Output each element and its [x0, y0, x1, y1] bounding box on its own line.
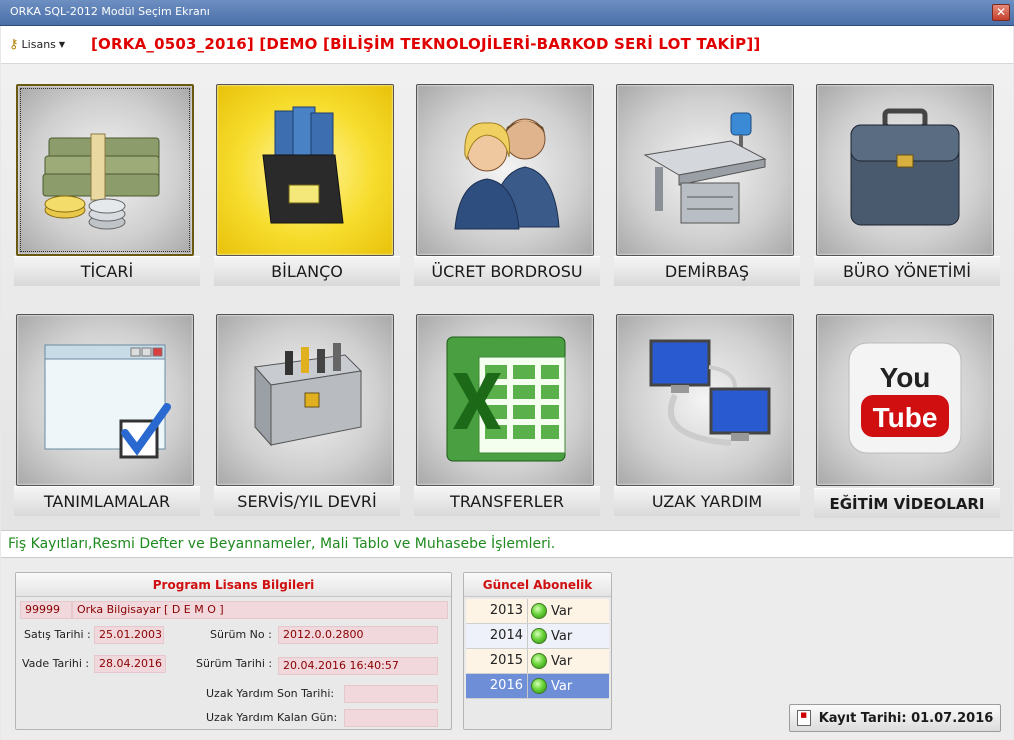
- module-label: BİLANÇO: [214, 256, 400, 286]
- subscription-year: 2014: [466, 624, 528, 648]
- subscription-row[interactable]: 2015 Var: [466, 649, 609, 674]
- module-label: BÜRO YÖNETİMİ: [814, 256, 1000, 286]
- info-area: Program Lisans Bilgileri 99999 Orka Bilg…: [1, 558, 1013, 740]
- module-label: EĞİTİM VİDEOLARI: [814, 488, 1000, 518]
- module-bilanco[interactable]: BİLANÇO: [214, 84, 400, 286]
- key-icon: ⚷: [9, 37, 19, 52]
- excel-icon: [446, 336, 566, 462]
- module-demirbas[interactable]: DEMİRBAŞ: [614, 84, 800, 286]
- window-title: ORKA SQL-2012 Modül Seçim Ekranı: [10, 5, 210, 18]
- subscription-status: Var: [551, 628, 573, 644]
- uzak-kalan-value: [344, 709, 438, 727]
- module-servis-yil-devri[interactable]: SERVİS/YIL DEVRİ: [214, 314, 400, 516]
- satis-value: 25.01.2003: [94, 626, 164, 644]
- module-egitim-videolari[interactable]: You Tube EĞİTİM VİDEOLARI: [814, 314, 1000, 518]
- subscription-row[interactable]: 2016 Var: [466, 674, 609, 699]
- license-code: 99999: [20, 601, 72, 619]
- status-dot-icon: [531, 653, 547, 669]
- subscription-row[interactable]: 2014 Var: [466, 624, 609, 649]
- document-icon: ■: [796, 710, 811, 726]
- header-bar: ⚷ Lisans ▼ [ORKA_0503_2016] [DEMO [BİLİŞ…: [1, 26, 1013, 64]
- license-name: Orka Bilgisayar [ D E M O ]: [72, 601, 448, 619]
- module-uzak-yardim[interactable]: UZAK YARDIM: [614, 314, 800, 516]
- youtube-icon: You Tube: [848, 342, 962, 454]
- lisans-menu[interactable]: ⚷ Lisans ▼: [9, 37, 65, 52]
- vade-value: 28.04.2016: [94, 655, 166, 673]
- license-panel-title: Program Lisans Bilgileri: [16, 573, 451, 597]
- money-icon: [42, 133, 160, 230]
- chevron-down-icon: ▼: [58, 40, 66, 49]
- module-grid: TİCARİ BİLANÇO ÜCRET BORDROSU DEMİRBAŞ B…: [1, 64, 1013, 530]
- module-label: TRANSFERLER: [414, 486, 600, 516]
- window-check-icon: [44, 344, 171, 459]
- module-label: SERVİS/YIL DEVRİ: [214, 486, 400, 516]
- module-label: DEMİRBAŞ: [614, 256, 800, 286]
- network-icon: [649, 339, 771, 446]
- binder-icon: [262, 106, 344, 224]
- module-label: UZAK YARDIM: [614, 486, 800, 516]
- module-description: Fiş Kayıtları,Resmi Defter ve Beyannamel…: [8, 536, 556, 552]
- lisans-label: Lisans: [21, 38, 56, 51]
- svg-text:You: You: [880, 362, 931, 393]
- people-icon: [454, 118, 560, 230]
- uzak-son-label: Uzak Yardım Son Tarihi:: [206, 687, 335, 700]
- module-label: ÜCRET BORDROSU: [414, 256, 600, 286]
- module-tanimlamalar[interactable]: TANIMLAMALAR: [14, 314, 200, 516]
- subscription-panel-title: Güncel Abonelik: [464, 573, 611, 597]
- title-bar: ORKA SQL-2012 Modül Seçim Ekranı ✕: [0, 0, 1014, 26]
- status-dot-icon: [531, 678, 547, 694]
- satis-label: Satış Tarihi :: [24, 628, 91, 641]
- subscription-year: 2013: [466, 599, 528, 623]
- kayit-tarihi-button[interactable]: ■ Kayıt Tarihi: 01.07.2016: [789, 704, 1001, 732]
- kayit-tarihi-label: Kayıt Tarihi: 01.07.2016: [818, 710, 994, 726]
- surum-tarihi-label: Sürüm Tarihi :: [196, 657, 273, 670]
- module-label: TANIMLAMALAR: [14, 486, 200, 516]
- subscription-status: Var: [551, 678, 573, 694]
- subscription-year: 2015: [466, 649, 528, 673]
- subscription-year: 2016: [466, 674, 528, 698]
- module-description-bar: Fiş Kayıtları,Resmi Defter ve Beyannamel…: [1, 530, 1013, 558]
- company-title: [ORKA_0503_2016] [DEMO [BİLİŞİM TEKNOLOJ…: [91, 35, 761, 53]
- license-panel: Program Lisans Bilgileri 99999 Orka Bilg…: [15, 572, 452, 730]
- module-ucret-bordrosu[interactable]: ÜCRET BORDROSU: [414, 84, 600, 286]
- uzak-kalan-label: Uzak Yardım Kalan Gün:: [206, 711, 338, 724]
- subscription-table: 2013 Var 2014 Var 2015 Var 2016 Var: [466, 599, 609, 699]
- surum-value: 2012.0.0.2800: [278, 626, 438, 644]
- surum-label: Sürüm No :: [210, 628, 272, 641]
- module-ticari[interactable]: TİCARİ: [14, 84, 200, 286]
- subscription-row[interactable]: 2013 Var: [466, 599, 609, 624]
- status-dot-icon: [531, 628, 547, 644]
- subscription-status: Var: [551, 603, 573, 619]
- desk-icon: [643, 112, 767, 224]
- briefcase-icon: [850, 108, 960, 226]
- subscription-status: Var: [551, 653, 573, 669]
- svg-text:Tube: Tube: [873, 402, 938, 433]
- module-buro-yonetimi[interactable]: BÜRO YÖNETİMİ: [814, 84, 1000, 286]
- module-label: TİCARİ: [14, 256, 200, 286]
- status-dot-icon: [531, 603, 547, 619]
- subscription-panel: Güncel Abonelik 2013 Var 2014 Var 2015 V…: [463, 572, 612, 730]
- uzak-son-value: [344, 685, 438, 703]
- surum-tarihi-value: 20.04.2016 16:40:57: [278, 657, 438, 675]
- module-transferler[interactable]: TRANSFERLER: [414, 314, 600, 516]
- toolbox-icon: [254, 343, 363, 447]
- close-button[interactable]: ✕: [992, 4, 1010, 21]
- vade-label: Vade Tarihi :: [22, 657, 90, 670]
